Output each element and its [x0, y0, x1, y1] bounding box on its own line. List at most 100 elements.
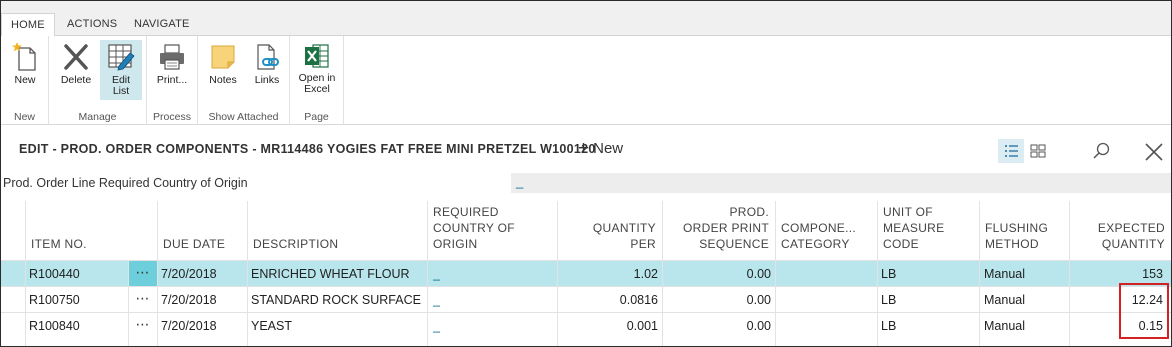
header-line: DUE DATE	[163, 237, 226, 251]
group-label-process: Process	[153, 111, 191, 123]
column-header-unit-of-measure[interactable]: UNIT OF MEASURE CODE	[877, 201, 979, 260]
search-icon	[1093, 142, 1110, 159]
column-header-country-of-origin[interactable]: REQUIRED COUNTRY OF ORIGIN	[427, 201, 557, 260]
row-menu-icon[interactable]: ⋯	[129, 287, 157, 312]
column-header-flushing-method[interactable]: FLUSHING METHOD	[979, 201, 1069, 260]
column-header-print-sequence[interactable]: PROD. ORDER PRINT SEQUENCE	[662, 201, 775, 260]
list-view-toggle[interactable]	[998, 139, 1024, 163]
cell-description[interactable]: ENRICHED WHEAT FLOUR	[251, 261, 425, 286]
group-label-show-attached: Show Attached	[208, 111, 279, 123]
cell-description[interactable]: YEAST	[251, 313, 425, 338]
new-action-button[interactable]: + New	[578, 138, 623, 160]
header-line: PROD.	[729, 205, 769, 219]
cell-item-no[interactable]: R100750	[29, 287, 127, 312]
cell-component-category[interactable]	[781, 287, 873, 312]
header-line: COUNTRY OF	[433, 221, 515, 235]
cell-print-sequence[interactable]: 0.00	[662, 287, 771, 312]
delete-x-icon	[64, 44, 88, 70]
notes-icon	[211, 45, 235, 69]
cell-unit-of-measure[interactable]: LB	[881, 261, 977, 286]
ribbon: New New Delete Edit List Manage Print...…	[1, 36, 1171, 125]
column-header-expected-quantity[interactable]: EXPECTED QUANTITY	[1069, 201, 1171, 260]
annotation-highlight-box	[1119, 283, 1169, 339]
column-header-quantity-per[interactable]: QUANTITY PER	[557, 201, 662, 260]
tile-view-icon	[1030, 144, 1046, 158]
table-row[interactable]: R100840 ⋯ 7/20/2018 YEAST _ 0.001 0.00 L…	[1, 312, 1171, 338]
cell-quantity-per[interactable]: 0.0816	[557, 287, 658, 312]
column-divider	[557, 201, 558, 346]
links-button-label: Links	[254, 74, 280, 86]
cell-quantity-per[interactable]: 0.001	[557, 313, 658, 338]
column-divider	[1069, 201, 1070, 346]
open-in-excel-button[interactable]: Open in Excel	[296, 40, 338, 100]
column-divider	[427, 201, 428, 346]
column-header-due-date[interactable]: DUE DATE	[157, 201, 247, 260]
column-header-description[interactable]: DESCRIPTION	[247, 201, 427, 260]
cell-country-of-origin[interactable]: _	[433, 261, 553, 286]
header-line: QUANTITY	[592, 221, 656, 235]
header-line: MEASURE	[883, 221, 945, 235]
column-divider	[775, 201, 776, 346]
close-button[interactable]	[1143, 141, 1165, 163]
print-button[interactable]: Print...	[151, 40, 193, 100]
close-icon	[1145, 143, 1163, 161]
tab-navigate[interactable]: NAVIGATE	[125, 15, 199, 36]
cell-due-date[interactable]: 7/20/2018	[161, 261, 247, 286]
cell-item-no[interactable]: R100840	[29, 313, 127, 338]
links-icon	[257, 44, 279, 70]
page-title: EDIT - PROD. ORDER COMPONENTS - MR114486…	[19, 142, 596, 156]
cell-item-no[interactable]: R100440	[29, 261, 127, 286]
country-of-origin-field-input[interactable]: _	[511, 173, 1171, 193]
excel-icon	[305, 44, 329, 68]
cell-due-date[interactable]: 7/20/2018	[161, 287, 247, 312]
edit-list-button[interactable]: Edit List	[100, 40, 142, 100]
cell-flushing-method[interactable]: Manual	[984, 261, 1068, 286]
cell-unit-of-measure[interactable]: LB	[881, 287, 977, 312]
cell-component-category[interactable]	[781, 313, 873, 338]
column-divider	[128, 260, 129, 346]
page-header: EDIT - PROD. ORDER COMPONENTS - MR114486…	[1, 125, 1171, 171]
cell-country-of-origin[interactable]: _	[433, 287, 553, 312]
ribbon-group-page: Open in Excel Page	[290, 36, 344, 125]
header-line: REQUIRED	[433, 205, 499, 219]
search-button[interactable]	[1091, 141, 1111, 161]
notes-button[interactable]: Notes	[202, 40, 244, 100]
row-menu-icon[interactable]: ⋯	[129, 261, 157, 286]
header-line: UNIT OF	[883, 205, 933, 219]
edit-list-icon	[108, 44, 135, 71]
header-line: COMPONE...	[781, 221, 857, 235]
list-view-icon	[1005, 145, 1018, 157]
cell-country-of-origin[interactable]: _	[433, 313, 553, 338]
links-button[interactable]: Links	[246, 40, 288, 100]
plus-icon: +	[578, 138, 590, 159]
cell-flushing-method[interactable]: Manual	[984, 287, 1068, 312]
tab-home[interactable]: HOME	[1, 13, 55, 37]
column-divider	[877, 201, 878, 346]
cell-flushing-method[interactable]: Manual	[984, 313, 1068, 338]
ribbon-group-manage: Delete Edit List Manage	[49, 36, 147, 125]
column-header-item-no[interactable]: ITEM NO.	[25, 201, 129, 260]
new-button[interactable]: New	[4, 40, 46, 100]
delete-button[interactable]: Delete	[55, 40, 97, 100]
column-header-component-category[interactable]: COMPONE... CATEGORY	[775, 201, 877, 260]
cell-due-date[interactable]: 7/20/2018	[161, 313, 247, 338]
print-button-label: Print...	[156, 74, 188, 86]
country-of-origin-field-row: Prod. Order Line Required Country of Ori…	[1, 171, 1171, 195]
cell-print-sequence[interactable]: 0.00	[662, 313, 771, 338]
row-menu-icon[interactable]: ⋯	[129, 313, 157, 338]
cell-print-sequence[interactable]: 0.00	[662, 261, 771, 286]
cell-description[interactable]: STANDARD ROCK SURFACE S	[251, 287, 425, 312]
group-label-page: Page	[304, 111, 329, 123]
column-divider	[979, 201, 980, 346]
table-row[interactable]: R100750 ⋯ 7/20/2018 STANDARD ROCK SURFAC…	[1, 286, 1171, 312]
cell-unit-of-measure[interactable]: LB	[881, 313, 977, 338]
cell-component-category[interactable]	[781, 261, 873, 286]
ribbon-tab-bar: HOME ACTIONS NAVIGATE	[1, 1, 1171, 37]
cell-quantity-per[interactable]: 1.02	[557, 261, 658, 286]
header-line: SEQUENCE	[699, 237, 769, 251]
edit-list-label-line2: List	[112, 85, 130, 97]
tab-actions[interactable]: ACTIONS	[58, 15, 126, 36]
tile-view-toggle[interactable]	[1027, 141, 1049, 161]
new-action-label: New	[593, 140, 624, 157]
table-row[interactable]: R100440 ⋯ 7/20/2018 ENRICHED WHEAT FLOUR…	[1, 260, 1171, 286]
